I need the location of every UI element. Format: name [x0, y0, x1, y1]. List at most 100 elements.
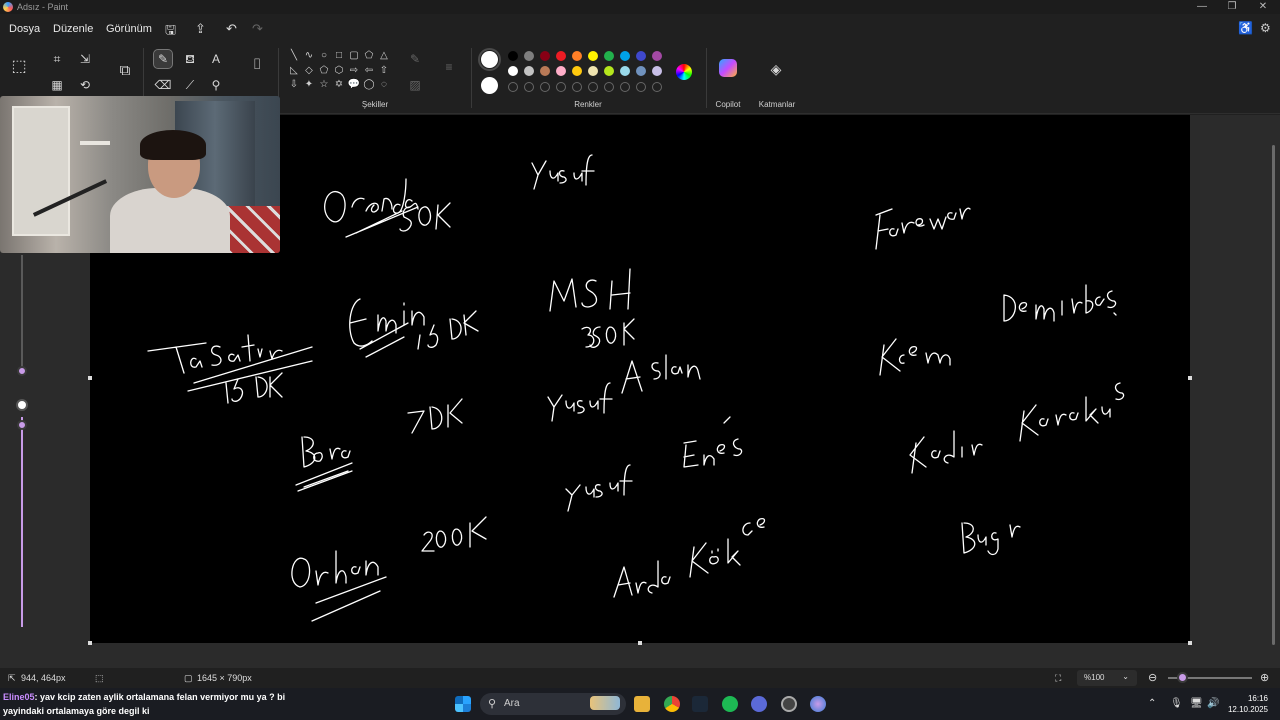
palette-swatch[interactable] — [620, 51, 630, 61]
custom-color-slot[interactable] — [588, 82, 598, 92]
magnifier-icon[interactable]: ⚲ — [207, 76, 225, 94]
custom-color-slot[interactable] — [636, 82, 646, 92]
palette-swatch[interactable] — [604, 51, 614, 61]
resize-handle-bottom-left[interactable] — [88, 641, 92, 645]
undo-icon[interactable]: ↶ — [226, 21, 237, 37]
star-shape-icon[interactable]: ☆ — [317, 79, 331, 90]
tray-chevron-up-icon[interactable]: ⌃ — [1148, 698, 1156, 709]
palette-swatch[interactable] — [556, 51, 566, 61]
zoom-select[interactable]: %100 ⌄ — [1077, 670, 1137, 686]
image-creator-icon[interactable]: ⧉ — [116, 62, 134, 80]
menu-duzenle[interactable]: Düzenle — [53, 23, 93, 35]
oval-shape-icon[interactable]: ○ — [317, 50, 331, 61]
palette-swatch[interactable] — [636, 66, 646, 76]
windows-start-icon[interactable] — [455, 696, 471, 712]
fill-bucket-icon[interactable]: ⛾ — [181, 50, 199, 68]
custom-color-slot[interactable] — [540, 82, 550, 92]
polygon-shape-icon[interactable]: ⬠ — [362, 50, 376, 61]
palette-swatch[interactable] — [588, 51, 598, 61]
palette-swatch[interactable] — [652, 51, 662, 61]
six-point-star-shape-icon[interactable]: ✡ — [332, 79, 346, 90]
menu-gorunum[interactable]: Görünüm — [106, 23, 152, 35]
opacity-slider-thumb[interactable] — [17, 420, 27, 430]
settings-gear-icon[interactable]: ⚙ — [1260, 21, 1271, 35]
palette-swatch[interactable] — [588, 66, 598, 76]
eraser-icon[interactable]: ⌫ — [154, 76, 172, 94]
rounded-rectangle-shape-icon[interactable]: ▢ — [347, 50, 361, 61]
file-explorer-icon[interactable] — [634, 696, 650, 712]
hexagon-shape-icon[interactable]: ⬡ — [332, 65, 346, 76]
close-icon[interactable]: ✕ — [1253, 1, 1273, 12]
resize-handle-bottom-right[interactable] — [1188, 641, 1192, 645]
volume-icon[interactable]: 🔊 — [1207, 698, 1219, 709]
palette-swatch[interactable] — [524, 66, 534, 76]
secondary-color-swatch[interactable] — [481, 77, 498, 94]
palette-swatch[interactable] — [604, 66, 614, 76]
arrow-up-shape-icon[interactable]: ⇧ — [377, 65, 391, 76]
copilot-icon[interactable] — [719, 59, 737, 77]
resize-handle-left[interactable] — [88, 376, 92, 380]
custom-color-slot[interactable] — [524, 82, 534, 92]
custom-color-slot[interactable] — [604, 82, 614, 92]
four-point-star-shape-icon[interactable]: ✦ — [302, 79, 316, 90]
share-icon[interactable]: ⇪ — [195, 21, 206, 37]
custom-color-slot[interactable] — [556, 82, 566, 92]
brushes-icon[interactable]: ⌷ — [248, 56, 266, 74]
restore-icon[interactable]: ❐ — [1222, 1, 1242, 12]
pentagon-shape-icon[interactable]: ⬠ — [317, 65, 331, 76]
taskbar-search[interactable]: ⚲ Ara — [480, 693, 626, 715]
palette-swatch[interactable] — [620, 66, 630, 76]
remove-background-icon[interactable]: ▦ — [48, 76, 66, 94]
palette-swatch[interactable] — [556, 66, 566, 76]
custom-color-slot[interactable] — [508, 82, 518, 92]
palette-swatch[interactable] — [508, 51, 518, 61]
palette-swatch[interactable] — [540, 51, 550, 61]
color-picker-icon[interactable]: ⟋ — [181, 76, 199, 94]
zoom-out-icon[interactable]: ⊖ — [1148, 671, 1157, 684]
chrome-icon[interactable] — [664, 696, 680, 712]
palette-swatch[interactable] — [524, 51, 534, 61]
line-shape-icon[interactable]: ╲ — [287, 50, 301, 61]
zoom-in-icon[interactable]: ⊕ — [1260, 671, 1269, 684]
palette-swatch[interactable] — [508, 66, 518, 76]
callout-rect-shape-icon[interactable]: 💬 — [347, 79, 361, 90]
text-tool-icon[interactable]: A — [207, 50, 225, 68]
custom-color-slot[interactable] — [652, 82, 662, 92]
resize-icon[interactable]: ⇲ — [76, 50, 94, 68]
palette-swatch[interactable] — [652, 66, 662, 76]
paint-taskbar-icon[interactable] — [810, 696, 826, 712]
network-icon[interactable]: 🖥 — [1190, 698, 1203, 709]
minimize-icon[interactable]: — — [1192, 1, 1212, 12]
stroke-size-icon[interactable]: ≡ — [440, 58, 458, 76]
save-icon[interactable]: 🖫 — [165, 21, 176, 43]
arrow-down-shape-icon[interactable]: ⇩ — [287, 79, 301, 90]
triangle-shape-icon[interactable]: △ — [377, 50, 391, 61]
callout-oval-shape-icon[interactable]: ◯ — [362, 79, 376, 90]
redo-icon[interactable]: ↷ — [252, 21, 263, 37]
vertical-scrollbar[interactable] — [1272, 145, 1275, 645]
outline-icon[interactable]: ✎ — [406, 50, 424, 68]
rotate-icon[interactable]: ⟲ — [76, 76, 94, 94]
diamond-shape-icon[interactable]: ◇ — [302, 65, 316, 76]
arrow-right-shape-icon[interactable]: ⇨ — [347, 65, 361, 76]
right-triangle-shape-icon[interactable]: ◺ — [287, 65, 301, 76]
accessibility-icon[interactable]: ♿ — [1238, 21, 1253, 35]
palette-swatch[interactable] — [540, 66, 550, 76]
spotify-icon[interactable] — [722, 696, 738, 712]
custom-color-slot[interactable] — [620, 82, 630, 92]
brush-size-slider[interactable] — [14, 255, 30, 635]
steam-icon[interactable] — [692, 696, 708, 712]
custom-color-slot[interactable] — [572, 82, 582, 92]
palette-swatch[interactable] — [636, 51, 646, 61]
zoom-slider-thumb[interactable] — [1177, 672, 1188, 683]
obs-icon[interactable] — [781, 696, 797, 712]
microphone-icon[interactable]: 🎙 — [1170, 698, 1183, 709]
primary-color-swatch[interactable] — [478, 48, 501, 71]
system-clock[interactable]: 16:16 12.10.2025 — [1226, 693, 1268, 715]
edit-colors-icon[interactable] — [676, 64, 692, 80]
resize-handle-right[interactable] — [1188, 376, 1192, 380]
fill-icon[interactable]: ▨ — [406, 76, 424, 94]
palette-swatch[interactable] — [572, 51, 582, 61]
fit-to-window-icon[interactable]: ⛶ — [1055, 673, 1061, 684]
selection-icon[interactable]: ⬚ — [10, 58, 28, 76]
